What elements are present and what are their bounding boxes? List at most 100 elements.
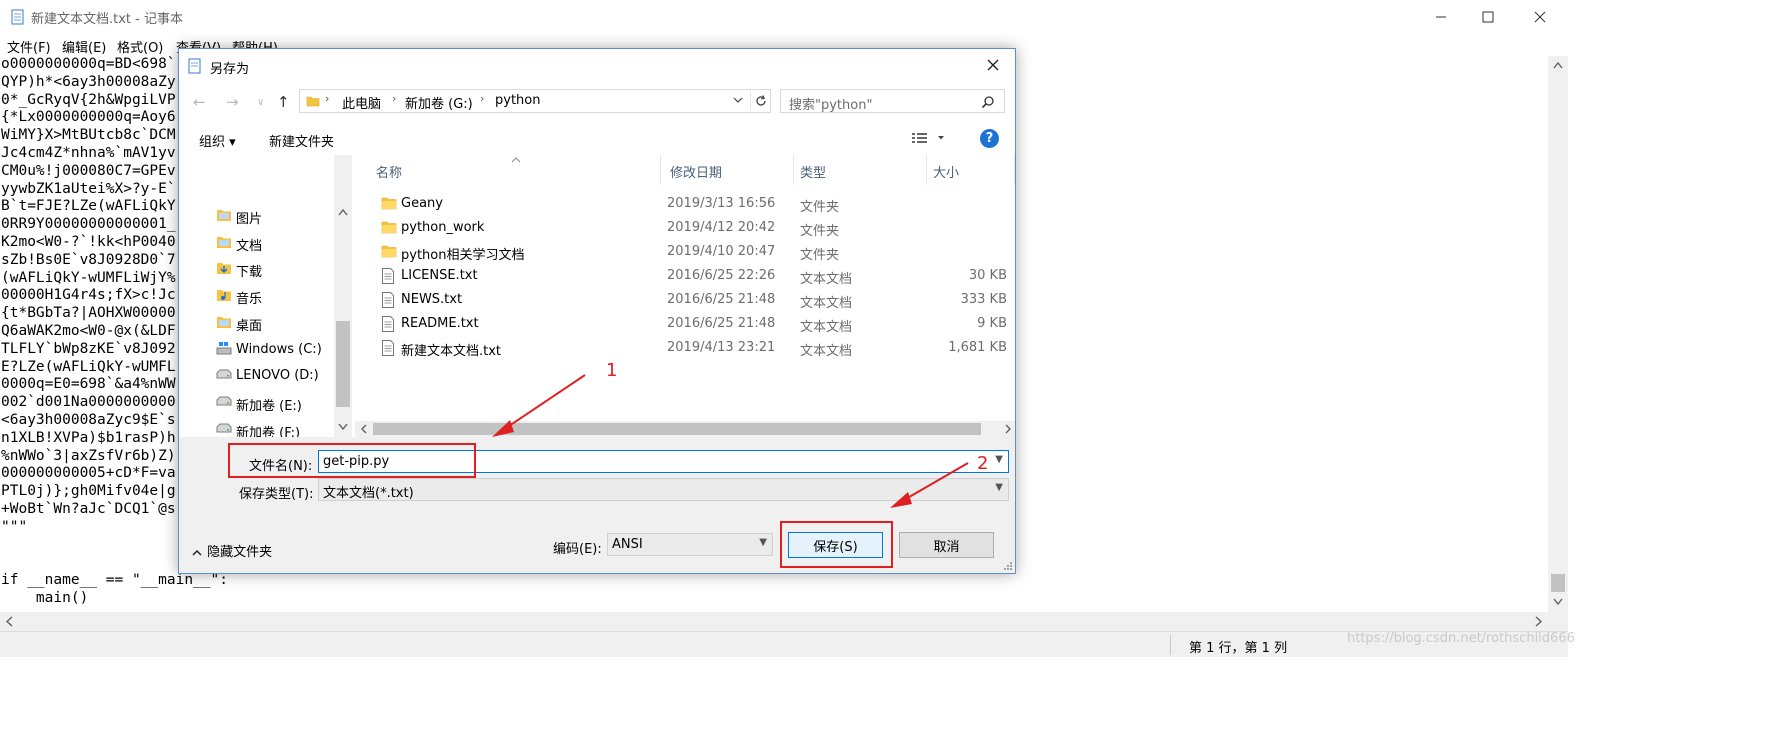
file-row[interactable]: LICENSE.txt 2016/6/25 22:26 文本文档 30 KB (355, 264, 1015, 288)
close-button[interactable] (1512, 0, 1568, 34)
file-name: 新建文本文档.txt (401, 344, 502, 359)
nav-vertical-scrollbar[interactable] (334, 155, 352, 437)
folder-icon (381, 244, 397, 262)
chevron-down-icon[interactable]: ▼ (759, 537, 767, 548)
recent-locations-chevron-icon[interactable]: ∨ (257, 97, 264, 108)
refresh-icon[interactable] (750, 92, 770, 110)
code-line: if __name__ == "__main__": (1, 572, 228, 589)
file-date: 2019/4/13 23:21 (667, 340, 776, 355)
search-box[interactable]: 搜索"python" (780, 89, 1005, 113)
file-list: 名称 修改日期 类型 大小 Geany 2019/3/13 16:56 文件夹 pyt… (355, 155, 1015, 437)
file-row[interactable]: python相关学习文档 2019/4/10 20:47 文件夹 (355, 240, 1015, 264)
cursor-position: 第 1 行，第 1 列 (1189, 641, 1288, 656)
column-size-label: 大小 (933, 166, 960, 181)
encoding-value: ANSI (612, 537, 643, 552)
file-date: 2019/4/10 20:47 (667, 244, 776, 259)
nav-item-label: 下载 (236, 265, 263, 281)
save-highlight-box (780, 521, 893, 568)
resize-grip-icon[interactable] (1003, 561, 1013, 571)
file-date: 2019/3/13 16:56 (667, 196, 776, 211)
file-name: python_work (401, 220, 485, 235)
file-row[interactable]: NEWS.txt 2016/6/25 21:48 文本文档 333 KB (355, 288, 1015, 312)
organize-button[interactable]: 组织 ▾ (199, 131, 236, 150)
back-arrow-icon[interactable]: ← (193, 93, 206, 111)
new-folder-button[interactable]: 新建文件夹 (269, 131, 334, 150)
hide-folders-toggle[interactable]: 隐藏文件夹 (191, 541, 272, 560)
file-row[interactable]: Geany 2019/3/13 16:56 文件夹 (355, 192, 1015, 216)
file-name: python相关学习文档 (401, 248, 525, 263)
address-bar[interactable]: › 此电脑 › 新加卷 (G:) › python (299, 89, 771, 113)
navigation-pane: 图片文档下载音乐桌面 Windows (C:) LENOVO (D:) 新加卷 (E:… (179, 155, 352, 437)
column-header-date[interactable]: 修改日期 (661, 155, 794, 185)
maximize-button[interactable] (1460, 0, 1516, 34)
menu-file[interactable]: 文件(F) (7, 37, 51, 56)
menu-format[interactable]: 格式(O) (117, 37, 163, 56)
documents-folder-icon (216, 235, 232, 253)
notepad-titlebar: 新建文本文档.txt - 记事本 (0, 0, 1568, 34)
filetype-select[interactable]: 文本文档(*.txt) ▼ (318, 478, 1009, 501)
dialog-title: 另存为 (210, 62, 250, 77)
file-type: 文本文档 (800, 344, 853, 359)
breadcrumb-this-pc[interactable]: 此电脑 (342, 93, 381, 112)
chevron-down-icon[interactable]: ▼ (995, 454, 1003, 465)
dialog-close-button[interactable] (973, 50, 1013, 80)
hscroll-arrows-icon (361, 424, 1011, 434)
column-header-type[interactable]: 类型 (794, 155, 927, 185)
breadcrumb-python[interactable]: python (495, 93, 540, 108)
nav-item-label: 音乐 (236, 292, 263, 308)
menu-edit[interactable]: 编辑(E) (62, 37, 106, 56)
notepad-icon (10, 9, 26, 25)
text-file-icon (381, 340, 395, 360)
nav-item[interactable]: 新加卷 (E:) (179, 390, 334, 416)
watermark: https://blog.csdn.net/rothschild666 (1347, 631, 1575, 646)
search-placeholder: 搜索"python" (789, 98, 873, 113)
column-name-label: 名称 (376, 166, 403, 181)
sort-ascending-icon (511, 157, 521, 163)
file-row[interactable]: README.txt 2016/6/25 21:48 文本文档 9 KB (355, 312, 1015, 336)
music-folder-icon (216, 288, 232, 306)
nav-item[interactable]: 下载 (179, 256, 334, 282)
nav-item[interactable]: LENOVO (D:) (179, 363, 334, 389)
file-row[interactable]: 新建文本文档.txt 2019/4/13 23:21 文本文档 1,681 KB (355, 336, 1015, 360)
folder-icon (306, 94, 320, 112)
forward-arrow-icon[interactable]: → (226, 93, 239, 111)
nav-item[interactable]: 新加卷 (F:) (179, 417, 334, 437)
file-row[interactable]: python_work 2019/4/12 20:42 文件夹 (355, 216, 1015, 240)
file-list-horizontal-scrollbar[interactable] (355, 421, 1015, 437)
file-size: 30 KB (968, 268, 1007, 283)
cancel-button[interactable]: 取消 (899, 532, 994, 558)
up-arrow-icon[interactable]: ↑ (277, 93, 290, 111)
encoding-label: 编码(E): (553, 542, 602, 557)
filetype-value: 文本文档(*.txt) (323, 486, 414, 501)
nav-item[interactable]: 音乐 (179, 283, 334, 309)
save-as-dialog: 另存为 ← → ∨ ↑ › 此电脑 › 新加卷 (G:) › python 搜索… (178, 48, 1016, 574)
editor-vertical-scrollbar[interactable] (1548, 56, 1568, 612)
search-icon[interactable] (981, 95, 995, 113)
breadcrumb-drive-g[interactable]: 新加卷 (G:) (405, 93, 473, 112)
nav-item[interactable]: 文档 (179, 230, 334, 256)
view-options-icon[interactable] (912, 131, 948, 149)
hide-folders-label: 隐藏文件夹 (207, 545, 273, 560)
editor-horizontal-scrollbar[interactable] (0, 612, 1548, 631)
folder-icon (381, 196, 397, 214)
chevron-down-icon[interactable]: ▼ (995, 482, 1003, 493)
encoding-select[interactable]: ANSI ▼ (607, 533, 773, 556)
column-header-name[interactable]: 名称 (355, 155, 661, 185)
downloads-folder-icon (216, 261, 232, 279)
chevron-down-icon[interactable] (732, 94, 744, 110)
column-header-size[interactable]: 大小 (927, 155, 1015, 185)
nav-item[interactable]: 桌面 (179, 310, 334, 336)
nav-item[interactable]: Windows (C:) (179, 337, 334, 363)
breadcrumb-separator-icon: › (392, 92, 397, 105)
annotation-label-2: 2 (977, 453, 989, 474)
text-file-icon (381, 316, 395, 336)
scroll-thumb[interactable] (336, 321, 350, 407)
desktop-folder-icon (216, 315, 232, 333)
nav-item[interactable]: 图片 (179, 203, 334, 229)
filename-highlight-box (228, 443, 476, 478)
filetype-label: 保存类型(T): (239, 487, 314, 502)
nav-item-label: 新加卷 (E:) (236, 398, 302, 414)
nav-item-label: 图片 (236, 212, 263, 227)
file-type: 文件夹 (800, 224, 840, 239)
help-icon[interactable]: ? (980, 129, 999, 148)
